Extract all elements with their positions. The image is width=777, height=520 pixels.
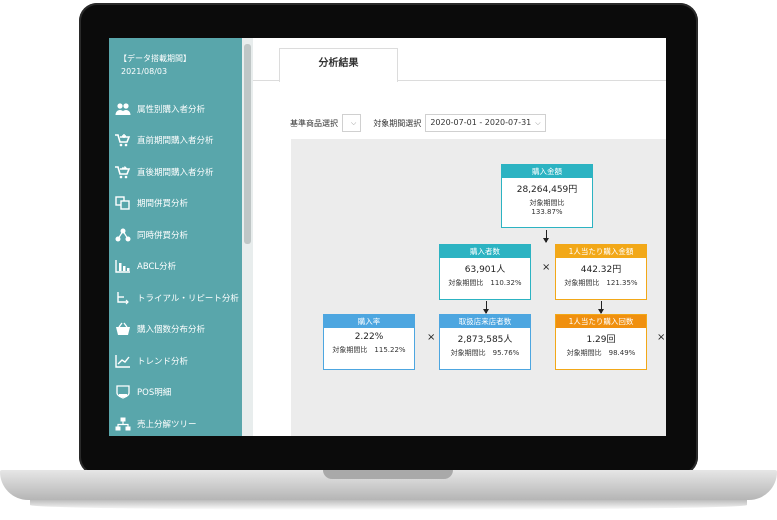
sidebar-item-following-buyers[interactable]: 直後期間購入者分析 [109,156,242,188]
sidebar-item-quantity-distribution[interactable]: 購入個数分布分析 [109,314,242,346]
sidebar-item-label: 売上分解ツリー [137,419,197,430]
arrow-down [598,301,604,314]
abc-chart-icon [115,259,131,273]
node-title: 購入率 [324,315,414,328]
trend-icon [115,354,131,368]
node-compare-label: 対象期間比 [529,199,565,207]
product-select-label: 基準商品選択 [290,118,338,128]
sidebar-item-period-basket[interactable]: 期間併買分析 [109,188,242,220]
chevron-down-icon: ⌵ [535,119,541,127]
sidebar-item-simultaneous-basket[interactable]: 同時併買分析 [109,219,242,251]
sidebar-item-label: トレンド分析 [137,356,189,367]
node-per-buyer-amount: 1人当たり購入金額 442.32円 対象期間比 121.35% [555,244,647,300]
sidebar-item-abcl[interactable]: ABCL分析 [109,251,242,283]
sidebar-item-attribute-buyers[interactable]: 属性別購入者分析 [109,93,242,125]
laptop-notch [323,470,453,479]
data-period-label: 【データ搭載期間】 [119,54,191,63]
node-compare: 対象期間比 121.35% [564,279,638,287]
main-content: 分析結果 基準商品選択 ⌵ 対象期間選択 2020-07-01 - 2020-0… [253,38,666,436]
node-compare: 対象期間比 98.49% [566,349,636,357]
sidebar-item-label: 直後期間購入者分析 [137,167,214,178]
period-select-value: 2020-07-01 - 2020-07-31 [430,118,532,127]
node-value: 1.29回 [586,335,616,345]
sidebar-item-label: POS明細 [137,388,172,399]
sidebar-item-label: ABCL分析 [137,262,177,273]
multiply-sign: × [657,332,666,343]
tab-analysis-result[interactable]: 分析結果 [279,48,398,82]
sidebar-item-label: トライアル・リピート分析 [137,293,239,304]
arrow-down [543,230,549,243]
data-period-value: 2021/08/03 [121,67,168,76]
period-select-label: 対象期間選択 [373,118,422,128]
node-compare: 対象期間比 95.76% [450,349,520,357]
node-title: 取扱店来店者数 [440,315,530,328]
arrow-down [483,301,489,314]
share-nodes-icon [115,228,131,242]
multiply-sign: × [542,262,551,273]
node-store-visitors: 取扱店来店者数 2,873,585人 対象期間比 95.76% [439,314,531,370]
sidebar-item-label: 同時併買分析 [137,230,189,241]
repeat-flow-icon [115,291,131,305]
sidebar-nav: 属性別購入者分析 直前期間購入者分析 直後期間購入者分析 期間併買分析 同時併買… [109,93,242,436]
sidebar-item-label: 属性別購入者分析 [137,104,206,115]
app-screen: 【データ搭載期間】 2021/08/03 属性別購入者分析 直前期間購入者分析 … [109,38,666,436]
multiply-sign: × [427,332,436,343]
basket-icon [115,322,131,336]
node-value: 2.22% [354,332,384,342]
sales-decomposition-tree: 購入金額 28,264,459円 対象期間比 133.87% 購入者数 63,9… [291,139,666,436]
node-title: 購入者数 [440,245,530,258]
node-buyers: 購入者数 63,901人 対象期間比 110.32% [439,244,531,300]
sidebar: 【データ搭載期間】 2021/08/03 属性別購入者分析 直前期間購入者分析 … [109,38,242,436]
node-compare-value: 133.87% [531,208,563,216]
node-title: 購入金額 [502,165,592,178]
filter-bar: 基準商品選択 ⌵ 対象期間選択 2020-07-01 - 2020-07-31 ⌵ [290,114,558,132]
sidebar-item-trial-repeat[interactable]: トライアル・リピート分析 [109,282,242,314]
node-purchase-frequency: 1人当たり購入回数 1.29回 対象期間比 98.49% [555,314,647,370]
sidebar-item-label: 購入個数分布分析 [137,325,206,336]
sidebar-item-trend[interactable]: トレンド分析 [109,345,242,377]
period-basket-icon [115,196,131,210]
product-select[interactable]: ⌵ [342,114,362,132]
node-value: 442.32円 [580,265,622,275]
node-purchase-rate: 購入率 2.22% 対象期間比 115.22% [323,314,415,370]
pos-shield-icon [115,385,131,399]
sidebar-item-prior-buyers[interactable]: 直前期間購入者分析 [109,125,242,157]
sidebar-scrollbar-thumb[interactable] [244,44,251,244]
node-value: 2,873,585人 [457,335,513,345]
sidebar-item-sales-tree[interactable]: 売上分解ツリー [109,408,242,436]
node-title: 1人当たり購入金額 [556,245,646,258]
cart-plus-icon [115,133,131,147]
sidebar-item-pos-detail[interactable]: POS明細 [109,377,242,409]
sidebar-item-label: 直前期間購入者分析 [137,136,214,147]
node-compare: 対象期間比 115.22% [332,346,406,354]
period-select[interactable]: 2020-07-01 - 2020-07-31 ⌵ [425,114,546,132]
node-value: 28,264,459円 [516,185,578,195]
node-title: 1人当たり購入回数 [556,315,646,328]
cart-arrow-icon [115,165,131,179]
sidebar-item-label: 期間併買分析 [137,199,189,210]
data-period: 【データ搭載期間】 2021/08/03 [119,52,191,78]
node-compare: 対象期間比 110.32% [448,279,522,287]
chevron-down-icon: ⌵ [351,119,357,127]
people-icon [115,102,131,116]
node-total-sales: 購入金額 28,264,459円 対象期間比 133.87% [501,164,593,228]
tree-icon [115,417,131,431]
laptop-shadow [30,500,747,510]
node-value: 63,901人 [464,265,506,275]
